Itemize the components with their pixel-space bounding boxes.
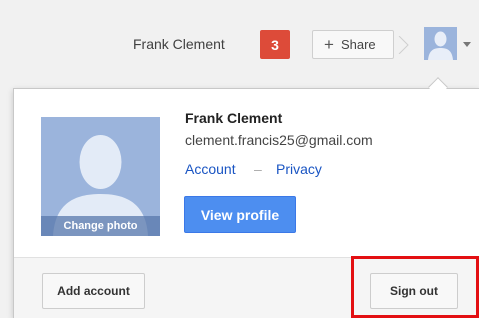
profile-photo[interactable]: Change photo [41,117,160,236]
plus-icon: + [324,35,334,54]
account-avatar-button[interactable] [424,27,457,60]
view-profile-button[interactable]: View profile [184,196,296,233]
header-user-name[interactable]: Frank Clement [133,36,225,52]
profile-name: Frank Clement [185,110,283,126]
sign-out-button[interactable]: Sign out [370,273,458,309]
share-button[interactable]: + Share [312,30,394,59]
share-button-label: Share [340,37,376,52]
link-separator: – [254,161,262,177]
notification-badge[interactable]: 3 [260,30,290,59]
profile-email: clement.francis25@gmail.com [185,132,373,148]
share-pointer-icon [398,36,409,54]
change-photo-button[interactable]: Change photo [41,216,160,236]
add-account-button[interactable]: Add account [42,273,145,309]
chevron-down-icon[interactable] [463,42,471,47]
account-link[interactable]: Account [185,161,236,177]
privacy-link[interactable]: Privacy [276,161,322,177]
person-silhouette-icon [424,27,457,60]
